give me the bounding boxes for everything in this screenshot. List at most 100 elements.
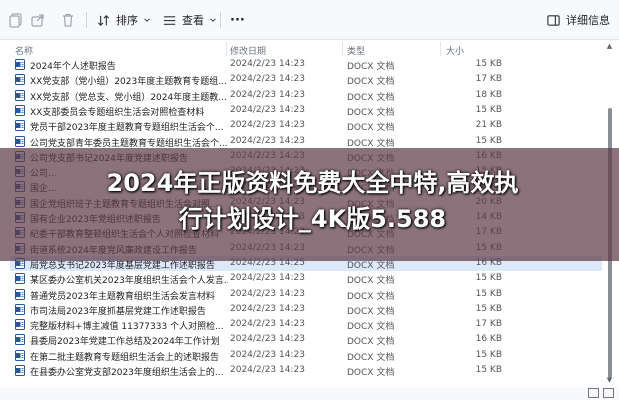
word-document-icon <box>15 334 25 346</box>
file-date: 2024/2/23 14:23 <box>230 334 305 345</box>
word-document-icon <box>15 303 25 315</box>
column-divider[interactable] <box>226 42 227 56</box>
file-date: 2024/2/23 14:23 <box>230 288 305 299</box>
file-type: DOCX 文档 <box>347 368 395 378</box>
file-size: 15 KB <box>475 288 502 299</box>
view-button[interactable]: 查看 <box>162 11 217 29</box>
file-size: 18 KB <box>475 89 502 100</box>
file-date: 2024/2/23 14:23 <box>230 104 305 115</box>
file-name: 党员干部2023年度主题教育专题组织生活会个... <box>30 123 224 134</box>
file-row[interactable]: XX党支部（党小组）2023年度主题教育专题组... 2024/2/23 14:2… <box>10 72 602 87</box>
file-name: 完整版材料+博主减值 11377333 个人对照检... <box>30 322 224 333</box>
file-size: 15 KB <box>475 59 502 69</box>
file-date: 2024/2/23 14:23 <box>230 89 305 100</box>
file-type: DOCX 文档 <box>347 92 395 103</box>
file-type: DOCX 文档 <box>347 77 395 88</box>
word-document-icon <box>15 135 25 147</box>
file-type: DOCX 文档 <box>347 306 395 317</box>
word-document-icon <box>15 349 25 361</box>
column-header-name[interactable]: 名称 <box>15 44 33 57</box>
details-pane-button[interactable]: 详细信息 <box>546 11 610 29</box>
file-name: 市司法局2023年度抓基层党建工作述职报告 <box>30 306 206 317</box>
scroll-up-arrow[interactable]: ▲ <box>605 42 614 51</box>
file-date: 2024/2/23 14:23 <box>230 319 305 330</box>
file-size: 15 KB <box>475 303 502 314</box>
file-row[interactable]: XX支部委员会专题组织生活会对照检查材料 2024/2/23 14:23 DOCX … <box>10 103 602 118</box>
more-options-button[interactable]: ··· <box>230 11 245 29</box>
details-view-icon[interactable] <box>588 388 599 398</box>
word-document-icon <box>15 59 25 70</box>
file-row[interactable]: 县委局2023年党建工作总结及2024年工作计划 2024/2/23 14:23 D… <box>10 332 602 347</box>
file-date: 2024/2/23 14:23 <box>230 120 305 131</box>
file-name: XX党支部（党总支、党小组）2024年度主题教... <box>30 92 227 103</box>
file-row[interactable]: 2024年个人述职报告 2024/2/23 14:23 DOCX 文档 15 KB <box>10 57 602 72</box>
word-document-icon <box>15 89 25 101</box>
delete-icon[interactable] <box>60 12 76 28</box>
file-size: 15 KB <box>475 273 502 284</box>
file-name: 在第二批主题教育专题组织生活会上的述职报告 <box>30 352 220 363</box>
sort-label: 排序 <box>116 14 138 27</box>
file-row[interactable]: 市司法局2023年度抓基层党建工作述职报告 2024/2/23 14:23 DOCX… <box>10 302 602 317</box>
file-date: 2024/2/23 14:23 <box>230 273 305 284</box>
file-type: DOCX 文档 <box>347 337 395 348</box>
word-document-icon <box>15 104 25 116</box>
overlay-banner-text: 2024年正版资料免费大全中特,高效执 行计划设计_4K版5.588 <box>40 165 585 237</box>
word-document-icon <box>15 319 25 331</box>
column-header-type[interactable]: 类型 <box>347 44 365 57</box>
file-type: DOCX 文档 <box>347 291 395 302</box>
file-row[interactable]: XX党支部（党总支、党小组）2024年度主题教... 2024/2/23 14:2… <box>10 88 602 103</box>
file-name: 普通党员2023年主题教育组织生活会发言材料 <box>30 291 215 302</box>
column-header-date[interactable]: 修改日期 <box>230 44 266 57</box>
file-name: 某区委办公室机关2023年度组织生活会个人发言... <box>30 276 228 287</box>
file-type: DOCX 文档 <box>347 322 395 333</box>
file-date: 2024/2/23 14:23 <box>230 74 305 85</box>
details-pane-icon <box>547 14 560 26</box>
word-document-icon <box>15 365 25 376</box>
file-name: 公司党支部青年委员主题教育专题组织生活会个... <box>30 138 228 149</box>
details-label: 详细信息 <box>566 14 610 27</box>
word-document-icon <box>15 120 25 132</box>
view-label: 查看 <box>182 14 204 27</box>
file-date: 2024/2/23 14:23 <box>230 349 305 360</box>
share-icon[interactable] <box>30 12 46 28</box>
file-name: 2024年个人述职报告 <box>30 62 116 72</box>
file-row[interactable]: 在县委办公室党支部2023年度组织生活会上的... 2024/2/23 14:23… <box>10 363 602 378</box>
copy-icon[interactable] <box>8 12 24 28</box>
file-date: 2024/2/23 14:23 <box>230 59 305 69</box>
file-size: 15 KB <box>475 349 502 360</box>
word-document-icon <box>15 273 25 285</box>
column-header-size[interactable]: 大小 <box>446 44 464 57</box>
toolbar: 排序 查看 ··· 详细信息 <box>0 0 619 40</box>
file-row[interactable]: 完整版材料+博主减值 11377333 个人对照检... 2024/2/23 14… <box>10 317 602 332</box>
file-name: 县委局2023年党建工作总结及2024年工作计划 <box>30 337 220 348</box>
column-header-row: 名称 修改日期 类型 大小 <box>10 42 610 57</box>
file-row[interactable]: 某区委办公室机关2023年度组织生活会个人发言... 2024/2/23 14:2… <box>10 271 602 286</box>
toolbar-separator <box>86 12 87 28</box>
file-type: DOCX 文档 <box>347 62 395 72</box>
column-divider[interactable] <box>342 42 343 56</box>
file-type: DOCX 文档 <box>347 107 395 118</box>
word-document-icon <box>15 288 25 300</box>
file-type: DOCX 文档 <box>347 276 395 287</box>
file-type: DOCX 文档 <box>347 123 395 134</box>
file-row[interactable]: 普通党员2023年主题教育组织生活会发言材料 2024/2/23 14:23 DOC… <box>10 287 602 302</box>
file-name: XX支部委员会专题组织生活会对照检查材料 <box>30 107 205 118</box>
file-row[interactable]: 公司党支部青年委员主题教育专题组织生活会个... 2024/2/23 14:23 D… <box>10 134 602 149</box>
chevron-down-icon <box>144 18 150 22</box>
column-divider[interactable] <box>440 42 441 56</box>
scroll-down-arrow[interactable]: ▼ <box>605 376 614 385</box>
sort-button[interactable]: 排序 <box>96 11 151 29</box>
chevron-down-icon <box>210 18 216 22</box>
tiles-view-icon[interactable] <box>603 388 614 398</box>
file-name: XX党支部（党小组）2023年度主题教育专题组... <box>30 77 227 88</box>
file-date: 2024/2/23 14:23 <box>230 365 305 375</box>
file-size: 17 KB <box>475 319 502 330</box>
word-document-icon <box>15 74 25 86</box>
file-row[interactable]: 党员干部2023年度主题教育专题组织生活会个... 2024/2/23 14:23… <box>10 118 602 133</box>
file-size: 21 KB <box>475 120 502 131</box>
file-type: DOCX 文档 <box>347 138 395 149</box>
file-row[interactable]: 在第二批主题教育专题组织生活会上的述职报告 2024/2/23 14:23 DOCX… <box>10 348 602 363</box>
file-size: 16 KB <box>475 334 502 345</box>
toolbar-separator <box>220 12 221 28</box>
status-bar <box>0 387 619 400</box>
